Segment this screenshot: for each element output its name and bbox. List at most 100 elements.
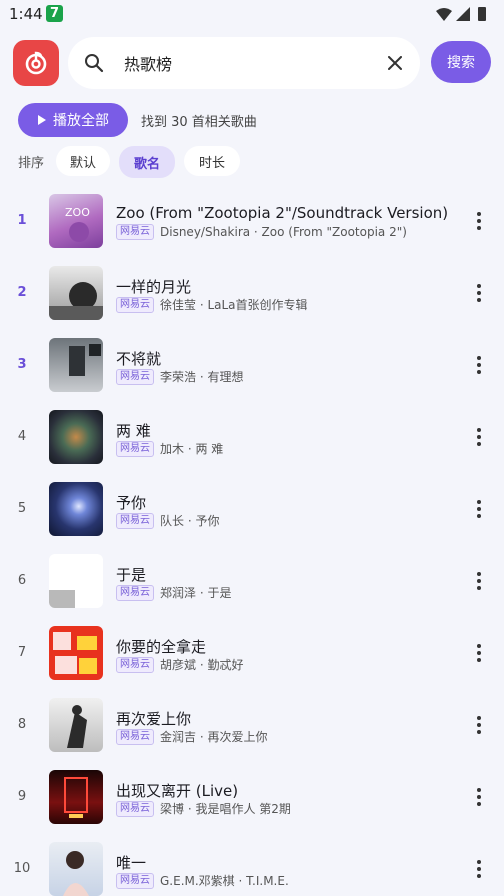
notification-badge: 7 [46,5,63,22]
more-options-icon[interactable] [472,427,486,447]
more-options-icon[interactable] [472,355,486,375]
song-rank: 3 [17,357,27,372]
album-cover [49,266,103,320]
song-title: 两 难 [116,422,151,440]
more-options-icon[interactable] [472,787,486,807]
song-meta: 网易云 李荣浩 · 有理想 [116,368,243,385]
song-rank: 10 [13,861,31,876]
song-row[interactable]: 5 予你 网易云 队长 · 予你 [0,473,504,545]
song-artist-album: 胡彦斌 · 勤忒好 [160,658,244,672]
song-artist-album: 李荣浩 · 有理想 [160,370,244,384]
song-meta: 网易云 郑润泽 · 于是 [116,584,231,601]
source-tag: 网易云 [116,224,154,240]
source-tag: 网易云 [116,872,154,889]
more-options-icon[interactable] [472,859,486,879]
sort-chip-name[interactable]: 歌名 [119,146,175,178]
album-cover [49,842,103,896]
status-time: 1:44 [9,5,43,23]
song-meta: 网易云 队长 · 予你 [116,512,219,529]
song-meta: 网易云 Disney/Shakira · Zoo (From "Zootopia… [116,224,407,240]
source-tag: 网易云 [116,728,154,745]
album-cover [49,482,103,536]
album-cover [49,770,103,824]
song-title: Zoo (From "Zootopia 2"/Soundtrack Versio… [116,204,449,222]
song-rank: 4 [17,429,27,444]
song-title: 再次爱上你 [116,710,192,728]
source-tag: 网易云 [116,512,154,529]
play-all-label: 播放全部 [53,113,109,129]
battery-icon [478,7,486,21]
song-rank: 6 [17,573,27,588]
more-options-icon[interactable] [472,643,486,663]
song-artist-album: G.E.M.邓紫棋 · T.I.M.E. [160,874,289,888]
more-options-icon[interactable] [472,571,486,591]
song-artist-album: 金润吉 · 再次爱上你 [160,730,268,744]
song-artist-album: 徐佳莹 · LaLa首张创作专辑 [160,298,308,312]
play-icon [38,115,46,125]
more-options-icon[interactable] [472,499,486,519]
result-count: 找到 30 首相关歌曲 [141,115,257,130]
more-options-icon[interactable] [472,715,486,735]
song-row[interactable]: 9 出现又离开 (Live) 网易云 梁博 · 我是唱作人 第2期 [0,761,504,833]
song-meta: 网易云 徐佳莹 · LaLa首张创作专辑 [116,296,308,313]
song-title: 你要的全拿走 [116,638,207,656]
status-bar: 1:44 7 [0,0,504,30]
song-meta: 网易云 加木 · 两 难 [116,440,223,457]
album-cover [49,626,103,680]
song-artist-album: 梁博 · 我是唱作人 第2期 [160,802,291,816]
song-title: 唯一 [116,854,147,872]
song-artist-album: Disney/Shakira · Zoo (From "Zootopia 2") [160,225,407,239]
sort-label: 排序 [18,156,45,171]
play-all-button[interactable]: 播放全部 [18,103,128,137]
song-row[interactable]: 3 不将就 网易云 李荣浩 · 有理想 [0,329,504,401]
song-row[interactable]: 2 一样的月光 网易云 徐佳莹 · LaLa首张创作专辑 [0,257,504,329]
clear-icon[interactable] [388,56,402,70]
status-icons [436,7,486,21]
song-rank: 9 [17,789,27,804]
song-rank: 8 [17,717,27,732]
album-cover [49,410,103,464]
song-row[interactable]: 1 ZOO Zoo (From "Zootopia 2"/Soundtrack … [0,185,504,257]
song-title: 予你 [116,494,147,512]
song-rank: 1 [17,213,27,228]
song-title: 于是 [116,566,147,584]
app-logo[interactable] [13,40,59,86]
song-rank: 7 [17,645,27,660]
song-artist-album: 队长 · 予你 [160,514,220,528]
search-icon [85,54,104,73]
search-button[interactable]: 搜索 [431,41,491,83]
source-tag: 网易云 [116,368,154,385]
song-artist-album: 郑润泽 · 于是 [160,586,232,600]
song-row[interactable]: 10 唯一 网易云 G.E.M.邓紫棋 · T.I.M.E. [0,833,504,896]
source-tag: 网易云 [116,440,154,457]
sort-chip-duration[interactable]: 时长 [184,146,240,176]
song-title: 不将就 [116,350,162,368]
more-options-icon[interactable] [472,211,486,231]
song-title: 一样的月光 [116,278,192,296]
source-tag: 网易云 [116,584,154,601]
wifi-icon [436,8,452,21]
search-input[interactable] [124,50,374,76]
search-box[interactable] [68,37,420,89]
sort-chip-default[interactable]: 默认 [56,146,110,176]
song-row[interactable]: 6 于是 网易云 郑润泽 · 于是 [0,545,504,617]
album-cover [49,698,103,752]
album-cover [49,338,103,392]
song-title: 出现又离开 (Live) [116,782,239,800]
source-tag: 网易云 [116,296,154,313]
song-rank: 5 [17,501,27,516]
song-row[interactable]: 8 再次爱上你 网易云 金润吉 · 再次爱上你 [0,689,504,761]
album-cover: ZOO [49,194,103,248]
song-meta: 网易云 梁博 · 我是唱作人 第2期 [116,800,291,817]
signal-icon [456,7,470,21]
source-tag: 网易云 [116,656,154,673]
svg-text:ZOO: ZOO [65,206,90,219]
song-meta: 网易云 胡彦斌 · 勤忒好 [116,656,243,673]
song-meta: 网易云 G.E.M.邓紫棋 · T.I.M.E. [116,872,289,889]
song-row[interactable]: 7 你要的全拿走 网易云 胡彦斌 · 勤忒好 [0,617,504,689]
song-row[interactable]: 4 两 难 网易云 加木 · 两 难 [0,401,504,473]
song-meta: 网易云 金润吉 · 再次爱上你 [116,728,267,745]
more-options-icon[interactable] [472,283,486,303]
song-rank: 2 [17,285,27,300]
album-cover [49,554,103,608]
